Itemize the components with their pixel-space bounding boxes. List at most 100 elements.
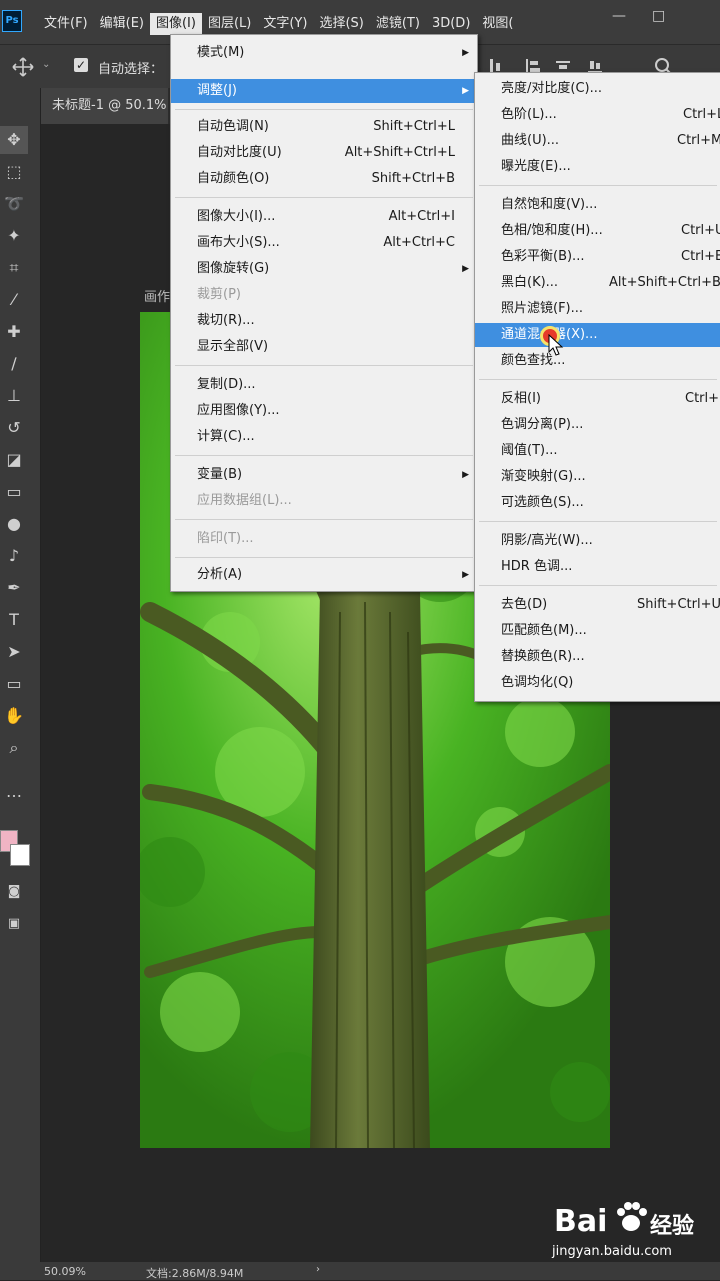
- menu-item-reveal-all[interactable]: 显示全部(V): [171, 335, 477, 359]
- menu-item-label: 色调分离(P)...: [501, 417, 584, 432]
- menu-item-canvas-size[interactable]: 画布大小(S)... Alt+Ctrl+C: [171, 231, 477, 255]
- menu-view[interactable]: 视图(: [476, 13, 519, 35]
- chevron-down-icon[interactable]: ⌄: [42, 59, 50, 70]
- menu-image[interactable]: 图像(I): [149, 13, 202, 35]
- menu-item-shortcut: Ctrl+B: [681, 249, 720, 264]
- menu-item-label: 图像旋转(G): [197, 261, 270, 276]
- eyedropper-tool-icon[interactable]: ⁄: [0, 286, 28, 314]
- menu-item-duplicate[interactable]: 复制(D)...: [171, 373, 477, 397]
- zoom-level[interactable]: 50.09%: [44, 1265, 86, 1278]
- menu-item-apply-data-set[interactable]: 应用数据组(L)...: [171, 489, 477, 513]
- menu-3d[interactable]: 3D(D): [426, 13, 476, 35]
- menu-item-curves[interactable]: 曲线(U)... Ctrl+M: [475, 129, 720, 153]
- document-tab[interactable]: 未标题-1 @ 50.1%: [40, 88, 168, 124]
- menu-item-selective-color[interactable]: 可选颜色(S)...: [475, 491, 720, 515]
- path-selection-tool-icon[interactable]: ➤: [0, 638, 28, 666]
- menu-item-exposure[interactable]: 曝光度(E)...: [475, 155, 720, 179]
- menu-type[interactable]: 文字(Y): [257, 13, 313, 35]
- menu-item-shortcut: Alt+Ctrl+C: [383, 235, 455, 250]
- brush-tool-icon[interactable]: ∕: [0, 350, 28, 378]
- quick-mask-icon[interactable]: ◙: [0, 878, 28, 906]
- menu-item-label: 可选颜色(S)...: [501, 495, 584, 510]
- menu-item-analysis[interactable]: 分析(A) ▶: [171, 563, 477, 587]
- menu-filter[interactable]: 滤镜(T): [370, 13, 426, 35]
- healing-brush-tool-icon[interactable]: ✚: [0, 318, 28, 346]
- menu-edit[interactable]: 编辑(E): [94, 13, 150, 35]
- menu-item-replace-color[interactable]: 替换颜色(R)...: [475, 645, 720, 669]
- screen-mode-icon[interactable]: ▣: [0, 910, 28, 938]
- menu-select[interactable]: 选择(S): [313, 13, 369, 35]
- menu-item-apply-image[interactable]: 应用图像(Y)...: [171, 399, 477, 423]
- hand-tool-icon[interactable]: ✋: [0, 702, 28, 730]
- menu-item-image-rotation[interactable]: 图像旋转(G) ▶: [171, 257, 477, 281]
- menu-item-label: 去色(D): [501, 597, 548, 612]
- menu-item-shortcut: Ctrl+U: [681, 223, 720, 238]
- menu-item-label: 变量(B): [197, 467, 243, 482]
- menu-item-hue-saturation[interactable]: 色相/饱和度(H)... Ctrl+U: [475, 219, 720, 243]
- menu-item-trim[interactable]: 裁切(R)...: [171, 309, 477, 333]
- menu-item-color-lookup[interactable]: 颜色查找...: [475, 349, 720, 373]
- menu-item-variables[interactable]: 变量(B) ▶: [171, 463, 477, 487]
- menu-item-auto-color[interactable]: 自动颜色(O) Shift+Ctrl+B: [171, 167, 477, 191]
- menu-item-auto-contrast[interactable]: 自动对比度(U) Alt+Shift+Ctrl+L: [171, 141, 477, 165]
- submenu-arrow-icon: ▶: [462, 470, 469, 480]
- menu-item-crop[interactable]: 裁剪(P): [171, 283, 477, 307]
- auto-select-label: 自动选择：: [98, 62, 164, 77]
- marquee-tool-icon[interactable]: ⬚: [0, 158, 28, 186]
- menu-item-shadows-highlights[interactable]: 阴影/高光(W)...: [475, 529, 720, 553]
- clone-stamp-tool-icon[interactable]: ⊥: [0, 382, 28, 410]
- background-color-swatch[interactable]: [10, 844, 30, 866]
- maximize-button[interactable]: □: [652, 8, 665, 24]
- magic-wand-tool-icon[interactable]: ✦: [0, 222, 28, 250]
- menu-separator: [479, 379, 717, 380]
- crop-tool-icon[interactable]: ⌗: [0, 254, 28, 282]
- menu-item-vibrance[interactable]: 自然饱和度(V)...: [475, 193, 720, 217]
- menu-item-adjustments[interactable]: 调整(J) ▶: [171, 79, 477, 103]
- menu-item-equalize[interactable]: 色调均化(Q): [475, 671, 720, 695]
- history-brush-tool-icon[interactable]: ↺: [0, 414, 28, 442]
- menu-item-label: 计算(C)...: [197, 429, 255, 444]
- status-arrow-icon[interactable]: ›: [316, 1264, 320, 1275]
- menu-item-label: 曲线(U)...: [501, 133, 560, 148]
- move-tool-icon[interactable]: ✥: [0, 126, 28, 154]
- blur-tool-icon[interactable]: ●: [0, 510, 28, 538]
- more-tools-icon[interactable]: …: [0, 778, 28, 806]
- menu-item-desaturate[interactable]: 去色(D) Shift+Ctrl+U: [475, 593, 720, 617]
- menu-item-trap[interactable]: 陷印(T)...: [171, 527, 477, 551]
- document-info: 文档:2.86M/8.94M: [146, 1267, 244, 1280]
- menu-layer[interactable]: 图层(L): [202, 13, 257, 35]
- menu-item-shortcut: Shift+Ctrl+B: [371, 171, 455, 186]
- menu-item-gradient-map[interactable]: 渐变映射(G)...: [475, 465, 720, 489]
- auto-select-checkbox[interactable]: ✓: [74, 58, 88, 72]
- menu-item-shortcut: Alt+Shift+Ctrl+B: [609, 275, 720, 290]
- menu-item-brightness-contrast[interactable]: 亮度/对比度(C)...: [475, 77, 720, 101]
- menu-item-auto-tone[interactable]: 自动色调(N) Shift+Ctrl+L: [171, 115, 477, 139]
- menu-item-label: 反相(I): [501, 391, 541, 406]
- menu-item-match-color[interactable]: 匹配颜色(M)...: [475, 619, 720, 643]
- lasso-tool-icon[interactable]: ➰: [0, 190, 28, 218]
- gradient-tool-icon[interactable]: ▭: [0, 478, 28, 506]
- rectangle-tool-icon[interactable]: ▭: [0, 670, 28, 698]
- zoom-tool-icon[interactable]: ⌕: [0, 734, 28, 762]
- dodge-tool-icon[interactable]: ♪: [0, 542, 28, 570]
- type-tool-icon[interactable]: T: [0, 606, 28, 634]
- menu-item-image-size[interactable]: 图像大小(I)... Alt+Ctrl+I: [171, 205, 477, 229]
- minimize-button[interactable]: —: [612, 8, 626, 24]
- menu-item-posterize[interactable]: 色调分离(P)...: [475, 413, 720, 437]
- menu-item-mode[interactable]: 模式(M) ▶: [171, 41, 477, 65]
- menu-item-hdr-toning[interactable]: HDR 色调...: [475, 555, 720, 579]
- menu-item-color-balance[interactable]: 色彩平衡(B)... Ctrl+B: [475, 245, 720, 269]
- move-tool-icon[interactable]: [12, 57, 34, 77]
- watermark-url: jingyan.baidu.com: [552, 1244, 672, 1259]
- menu-item-black-white[interactable]: 黑白(K)... Alt+Shift+Ctrl+B: [475, 271, 720, 295]
- menu-item-calculations[interactable]: 计算(C)...: [171, 425, 477, 449]
- eraser-tool-icon[interactable]: ◪: [0, 446, 28, 474]
- menu-item-levels[interactable]: 色阶(L)... Ctrl+L: [475, 103, 720, 127]
- pen-tool-icon[interactable]: ✒: [0, 574, 28, 602]
- menu-item-photo-filter[interactable]: 照片滤镜(F)...: [475, 297, 720, 321]
- menu-item-channel-mixer[interactable]: 通道混合器(X)...: [475, 323, 720, 347]
- menu-item-invert[interactable]: 反相(I) Ctrl+I: [475, 387, 720, 411]
- menu-item-threshold[interactable]: 阈值(T)...: [475, 439, 720, 463]
- image-menu: 模式(M) ▶ 调整(J) ▶ 自动色调(N) Shift+Ctrl+L 自动对比度(…: [170, 34, 478, 592]
- menu-file[interactable]: 文件(F): [38, 13, 94, 35]
